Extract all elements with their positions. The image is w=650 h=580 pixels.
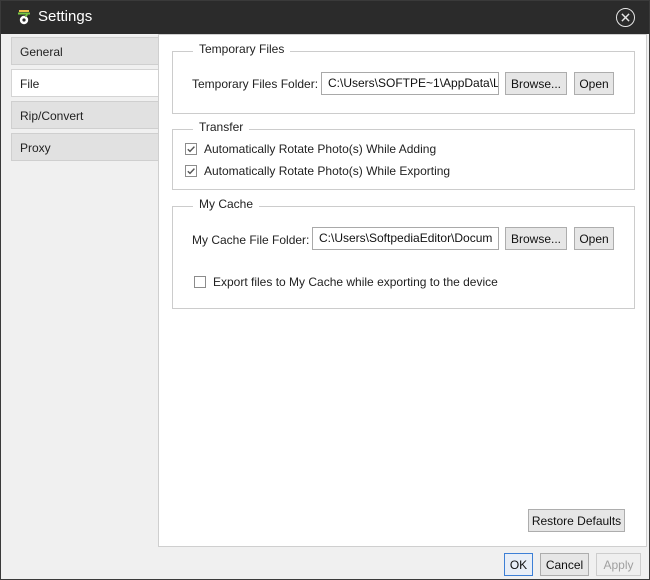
tab-label: Rip/Convert <box>20 109 84 123</box>
temporary-folder-label: Temporary Files Folder: <box>192 77 319 91</box>
rotate-exporting-checkbox[interactable] <box>185 165 197 177</box>
title-bar: Settings <box>1 1 649 34</box>
my-cache-group: My Cache My Cache File Folder: C:\Users\… <box>172 197 635 309</box>
tab-label: General <box>20 45 63 59</box>
transfer-group: Transfer Automatically Rotate Photo(s) W… <box>172 120 635 190</box>
window-title: Settings <box>38 8 93 25</box>
cache-folder-input[interactable]: C:\Users\SoftpediaEditor\Docum <box>312 227 499 250</box>
tab-general[interactable]: General <box>11 37 159 65</box>
tab-proxy[interactable]: Proxy <box>11 133 159 161</box>
app-logo-icon <box>18 10 30 25</box>
cancel-button[interactable]: Cancel <box>540 553 589 576</box>
temporary-open-button[interactable]: Open <box>574 72 614 95</box>
temporary-browse-button[interactable]: Browse... <box>505 72 567 95</box>
tab-label: Proxy <box>20 141 51 155</box>
tab-label: File <box>20 77 40 91</box>
close-icon <box>621 13 630 22</box>
temporary-files-group: Temporary Files Temporary Files Folder: … <box>172 42 635 114</box>
group-title: Temporary Files <box>193 42 291 56</box>
rotate-adding-option[interactable]: Automatically Rotate Photo(s) While Addi… <box>185 141 436 157</box>
file-settings-panel: Temporary Files Temporary Files Folder: … <box>158 34 647 547</box>
rotate-exporting-label: Automatically Rotate Photo(s) While Expo… <box>204 164 451 178</box>
group-title: Transfer <box>193 120 250 134</box>
cache-folder-label: My Cache File Folder: <box>192 233 310 247</box>
settings-window: Settings General File Rip/Convert Proxy … <box>0 0 650 580</box>
ok-button[interactable]: OK <box>504 553 533 576</box>
rotate-adding-checkbox[interactable] <box>185 143 197 155</box>
temporary-folder-input[interactable]: C:\Users\SOFTPE~1\AppData\L <box>321 72 499 95</box>
close-button[interactable] <box>616 8 635 27</box>
settings-sidebar: General File Rip/Convert Proxy <box>1 34 159 579</box>
rotate-adding-label: Automatically Rotate Photo(s) While Addi… <box>204 142 437 156</box>
tab-file[interactable]: File <box>11 69 159 97</box>
group-title: My Cache <box>193 197 260 211</box>
export-cache-option[interactable]: Export files to My Cache while exporting… <box>194 274 498 290</box>
restore-defaults-button[interactable]: Restore Defaults <box>528 509 625 532</box>
cache-browse-button[interactable]: Browse... <box>505 227 567 250</box>
checkmark-icon <box>187 146 195 153</box>
export-cache-checkbox[interactable] <box>194 276 206 288</box>
rotate-exporting-option[interactable]: Automatically Rotate Photo(s) While Expo… <box>185 163 450 179</box>
cache-open-button[interactable]: Open <box>574 227 614 250</box>
export-cache-label: Export files to My Cache while exporting… <box>213 275 498 289</box>
tab-rip-convert[interactable]: Rip/Convert <box>11 101 159 129</box>
apply-button[interactable]: Apply <box>596 553 641 576</box>
checkmark-icon <box>187 168 195 175</box>
